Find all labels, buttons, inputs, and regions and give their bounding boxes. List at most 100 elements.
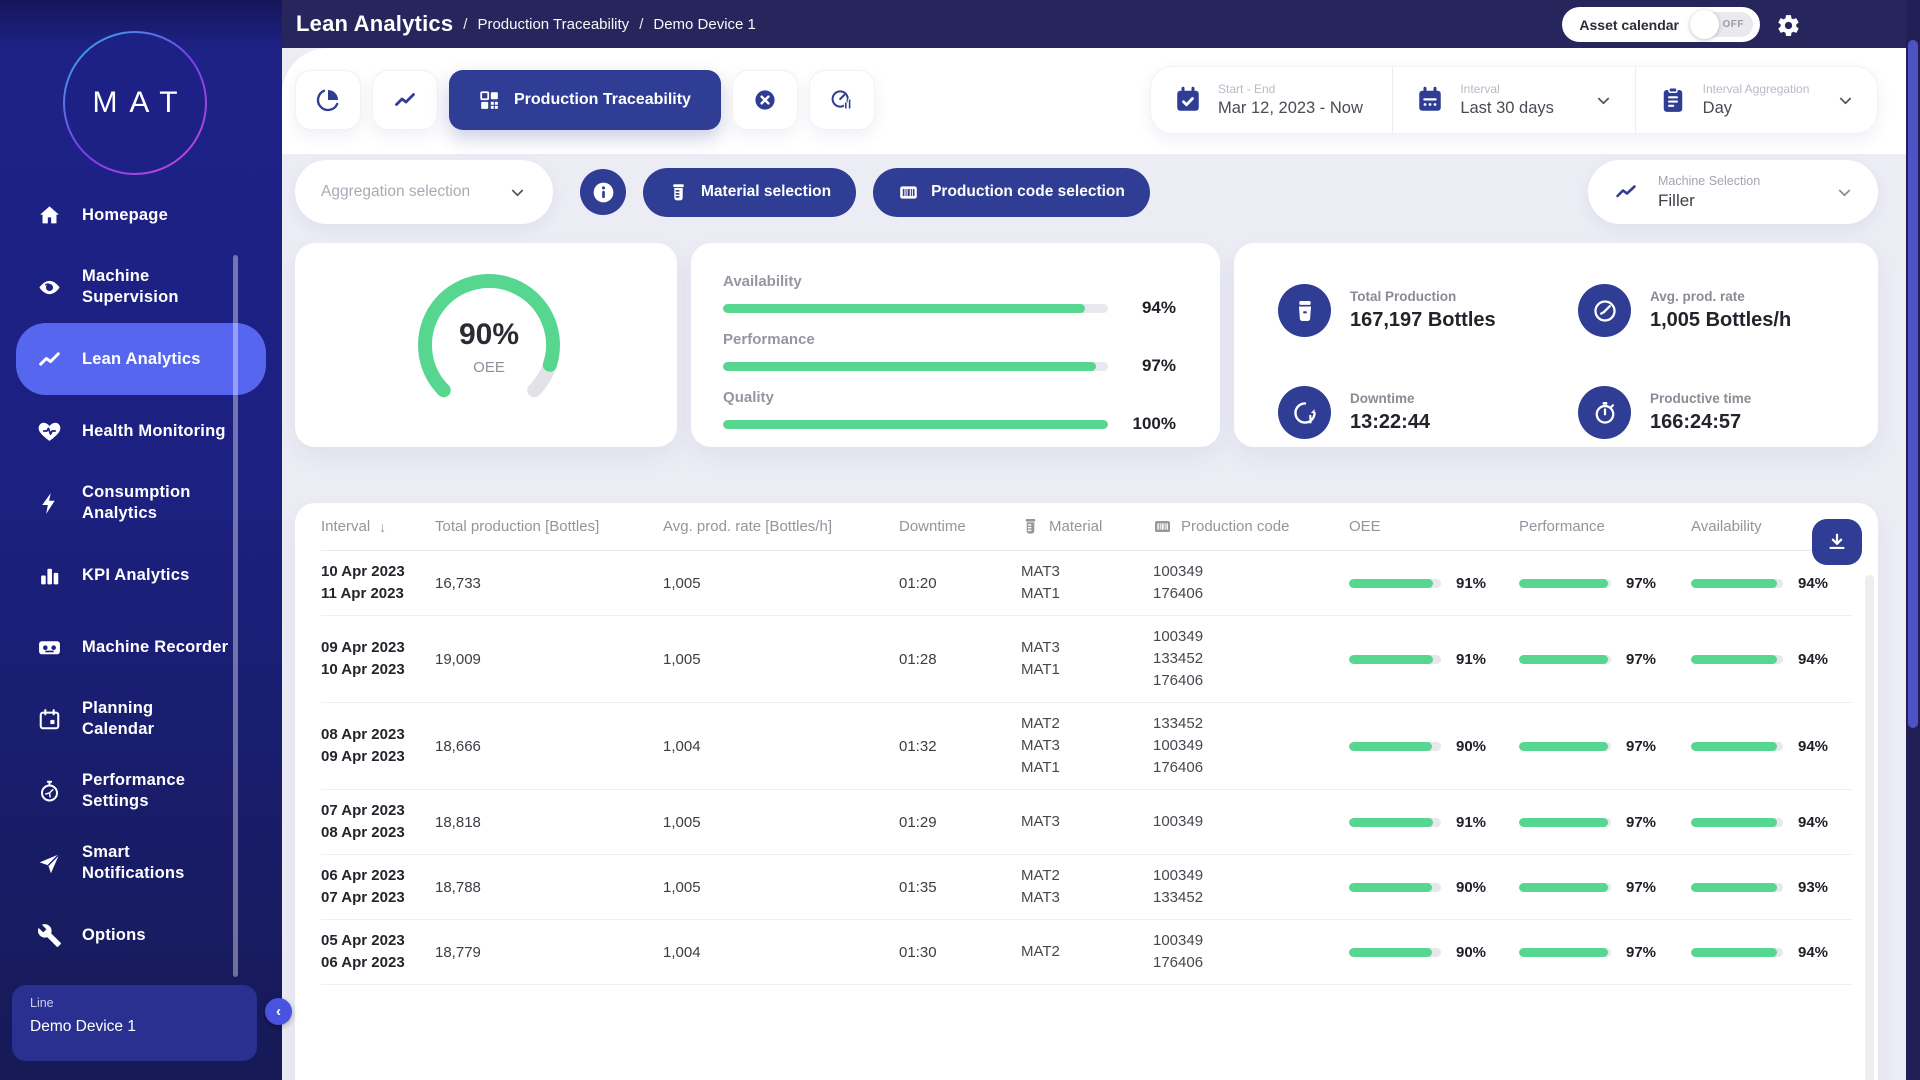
selector-interval[interactable]: Interval Last 30 days (1392, 67, 1634, 133)
sidebar-item-options[interactable]: Options (16, 899, 266, 971)
production-code-cell: 100349176406 (1153, 561, 1349, 605)
oee-bar-track (1349, 883, 1441, 892)
sidebar-item-kpi-analytics[interactable]: KPI Analytics (16, 539, 266, 611)
column-header-performance[interactable]: Performance (1519, 518, 1691, 535)
sidebar-item-smart-notifications[interactable]: Smart Notifications (16, 827, 266, 899)
sidebar-item-consumption-analytics[interactable]: Consumption Analytics (16, 467, 266, 539)
stat-label: Downtime (1350, 391, 1430, 406)
breadcrumb: Lean Analytics / Production Traceability… (296, 0, 756, 48)
availability-bar-fill (1691, 818, 1777, 827)
sidebar-collapse-button[interactable]: ‹ (265, 998, 292, 1025)
total-production-cell: 18,779 (435, 944, 663, 961)
stat-downtime: Downtime 13:22:44 (1278, 378, 1578, 447)
table-row[interactable]: 08 Apr 202309 Apr 2023 18,666 1,004 01:3… (321, 703, 1852, 790)
metric-label: Performance (723, 331, 1176, 348)
table-row[interactable]: 05 Apr 202306 Apr 2023 18,779 1,004 01:3… (321, 920, 1852, 985)
column-header-downtime[interactable]: Downtime (899, 518, 1021, 535)
page-scrollbar-track[interactable] (1906, 0, 1920, 1080)
sidebar: MAT Homepage Machine Supervision Lean An… (0, 0, 282, 1080)
view-button-pie[interactable] (295, 70, 361, 130)
settings-gear-icon[interactable] (1776, 12, 1802, 38)
column-header-material[interactable]: Material (1021, 517, 1153, 536)
apq-bars-card: Availability 94% Performance 97% Quality… (691, 243, 1220, 447)
view-button-gauge-bars[interactable] (809, 70, 875, 130)
availability-cell: 94% (1691, 651, 1852, 668)
interval-cell: 06 Apr 202307 Apr 2023 (321, 865, 435, 909)
selector-start-end[interactable]: Start - End Mar 12, 2023 - Now (1151, 67, 1392, 133)
column-header-oee[interactable]: OEE (1349, 518, 1519, 535)
table-row[interactable]: 10 Apr 202311 Apr 2023 16,733 1,005 01:2… (321, 551, 1852, 616)
availability-bar-track (1691, 948, 1783, 957)
device-selector-label: Line (30, 996, 239, 1010)
column-header-production-code[interactable]: Production code (1153, 517, 1349, 536)
column-header-total-production-bottles-[interactable]: Total production [Bottles] (435, 518, 663, 535)
speedo-icon (1578, 284, 1631, 337)
metric-value: 94% (1124, 298, 1176, 318)
metric-value: 100% (1124, 414, 1176, 434)
table-row[interactable]: 09 Apr 202310 Apr 2023 19,009 1,005 01:2… (321, 616, 1852, 703)
download-button[interactable] (1812, 519, 1862, 565)
clipboard-icon (1658, 85, 1688, 115)
breadcrumb-separator: / (463, 16, 467, 33)
selector-label: Interval Aggregation (1703, 82, 1810, 96)
aggregation-select[interactable]: Aggregation selection (295, 160, 553, 224)
sidebar-item-machine-recorder[interactable]: Machine Recorder (16, 611, 266, 683)
machine-selection-dropdown[interactable]: Machine Selection Filler (1588, 160, 1878, 224)
performance-cell: 97% (1519, 651, 1691, 668)
table-row[interactable]: 07 Apr 202308 Apr 2023 18,818 1,005 01:2… (321, 790, 1852, 855)
qr-icon (479, 90, 500, 111)
metric-bar-fill (723, 420, 1108, 429)
oee-cell: 91% (1349, 651, 1519, 668)
sidebar-item-machine-supervision[interactable]: Machine Supervision (16, 251, 266, 323)
stat-value: 13:22:44 (1350, 411, 1430, 434)
material-cell: MAT2 (1021, 941, 1153, 963)
table-scrollbar-track[interactable] (1865, 575, 1874, 1080)
view-toolbar: Production Traceability Start - End Mar … (295, 67, 1878, 133)
toggle-knob[interactable] (1690, 10, 1719, 39)
sidebar-item-lean-analytics[interactable]: Lean Analytics (16, 323, 266, 395)
oee-gauge-card: 90% OEE (295, 243, 677, 447)
view-button-x-circle[interactable] (732, 70, 798, 130)
production-code-selection-button[interactable]: Production code selection (873, 168, 1150, 217)
selector-value: Day (1703, 99, 1810, 118)
stopwatch-icon (1578, 386, 1631, 439)
column-header-label: Avg. prod. rate [Bottles/h] (663, 518, 832, 535)
oee-value: 91% (1456, 814, 1486, 831)
asset-calendar-toggle[interactable]: OFF (1691, 12, 1753, 37)
column-header-avg-prod-rate-bottles-h-[interactable]: Avg. prod. rate [Bottles/h] (663, 518, 899, 535)
view-button-production-traceability[interactable]: Production Traceability (449, 70, 721, 130)
column-header-interval[interactable]: Interval↓ (321, 518, 435, 535)
info-button[interactable] (580, 169, 626, 215)
interval-cell: 09 Apr 202310 Apr 2023 (321, 637, 435, 681)
material-selection-label: Material selection (701, 183, 831, 201)
production-code-cell: 100349133452176406 (1153, 626, 1349, 692)
metric-value: 97% (1124, 356, 1176, 376)
sidebar-item-planning-calendar[interactable]: Planning Calendar (16, 683, 266, 755)
table-row[interactable]: 06 Apr 202307 Apr 2023 18,788 1,005 01:3… (321, 855, 1852, 920)
downtime-icon (1278, 386, 1331, 439)
page-scrollbar-thumb[interactable] (1908, 40, 1918, 728)
performance-bar-fill (1519, 883, 1608, 892)
heart-icon (36, 418, 62, 444)
oee-value: 91% (1456, 575, 1486, 592)
sidebar-item-health-monitoring[interactable]: Health Monitoring (16, 395, 266, 467)
oee-bar-track (1349, 742, 1441, 751)
sidebar-item-homepage[interactable]: Homepage (16, 179, 266, 251)
downtime-cell: 01:35 (899, 879, 1021, 896)
sidebar-scrollbar-thumb[interactable] (233, 255, 238, 977)
production-code-cell: 133452100349176406 (1153, 713, 1349, 779)
selector-interval-aggregation[interactable]: Interval Aggregation Day (1635, 67, 1877, 133)
production-code-cell: 100349176406 (1153, 930, 1349, 974)
availability-bar-fill (1691, 655, 1777, 664)
sidebar-item-performance-settings[interactable]: Performance Settings (16, 755, 266, 827)
metric-bar-track (723, 304, 1108, 313)
view-button-trend[interactable] (372, 70, 438, 130)
send-icon (36, 850, 62, 876)
column-header-label: Material (1049, 518, 1102, 535)
stat-productive-time: Productive time 166:24:57 (1578, 378, 1878, 447)
oee-bar-track (1349, 948, 1441, 957)
interval-cell: 10 Apr 202311 Apr 2023 (321, 561, 435, 605)
breadcrumb-device: Demo Device 1 (653, 16, 756, 33)
device-selector-card[interactable]: Line Demo Device 1 (12, 985, 257, 1061)
material-selection-button[interactable]: Material selection (643, 168, 856, 217)
